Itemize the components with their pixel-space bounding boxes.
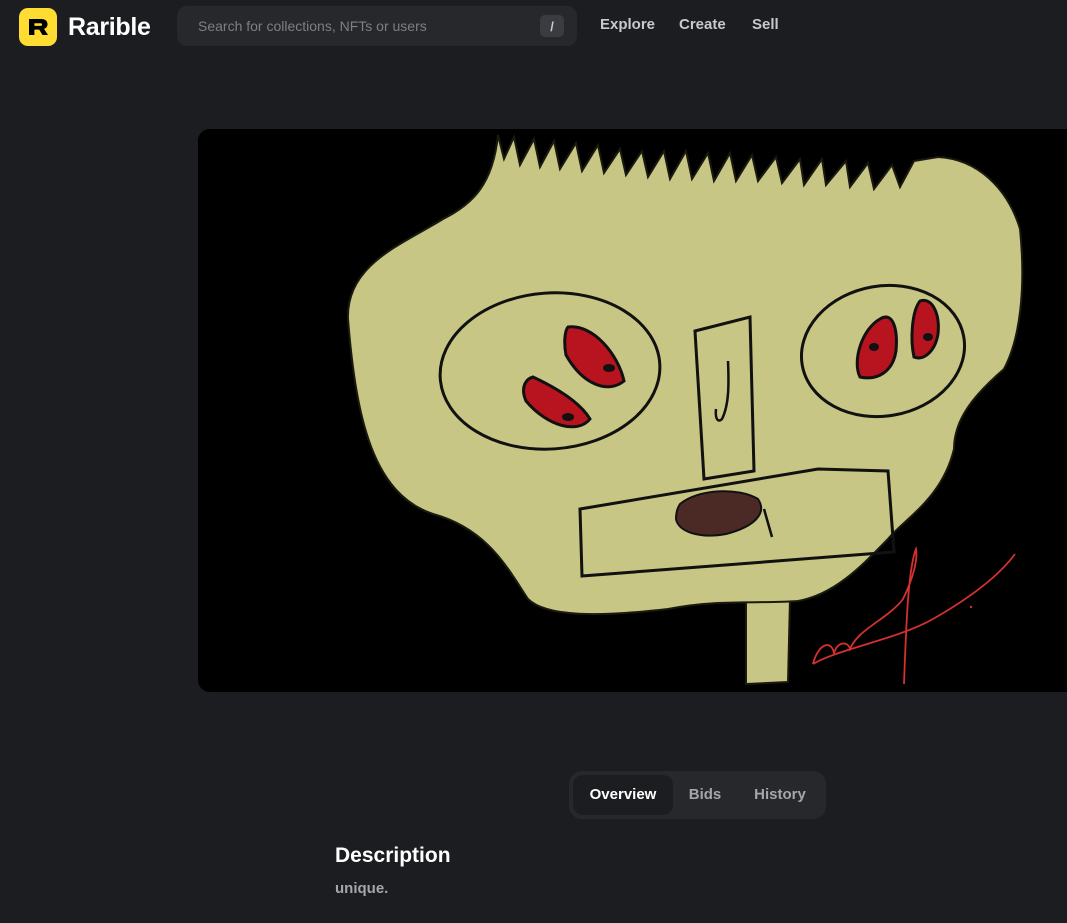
brand-name: Rarible	[68, 12, 151, 41]
tab-bids[interactable]: Bids	[677, 775, 733, 815]
rarible-logo-icon	[19, 8, 57, 46]
nav-create-link[interactable]: Create	[679, 16, 726, 33]
description-heading: Description	[335, 844, 451, 867]
nav-explore-link[interactable]: Explore	[600, 16, 655, 33]
search-shortcut-key: /	[540, 15, 564, 37]
tab-history[interactable]: History	[741, 775, 819, 815]
tab-overview[interactable]: Overview	[573, 775, 673, 815]
description-text: unique.	[335, 880, 389, 897]
nft-media-viewer[interactable]	[198, 129, 1067, 692]
rarible-logo[interactable]: Rarible	[19, 8, 151, 46]
search-input[interactable]	[177, 6, 517, 46]
top-navigation-bar: Rarible / Explore Create Sell	[0, 0, 1067, 54]
nft-artwork-image	[198, 129, 1067, 692]
search-bar[interactable]: /	[177, 6, 577, 46]
item-tabs: Overview Bids History	[569, 771, 826, 819]
nav-sell-link[interactable]: Sell	[752, 16, 779, 33]
